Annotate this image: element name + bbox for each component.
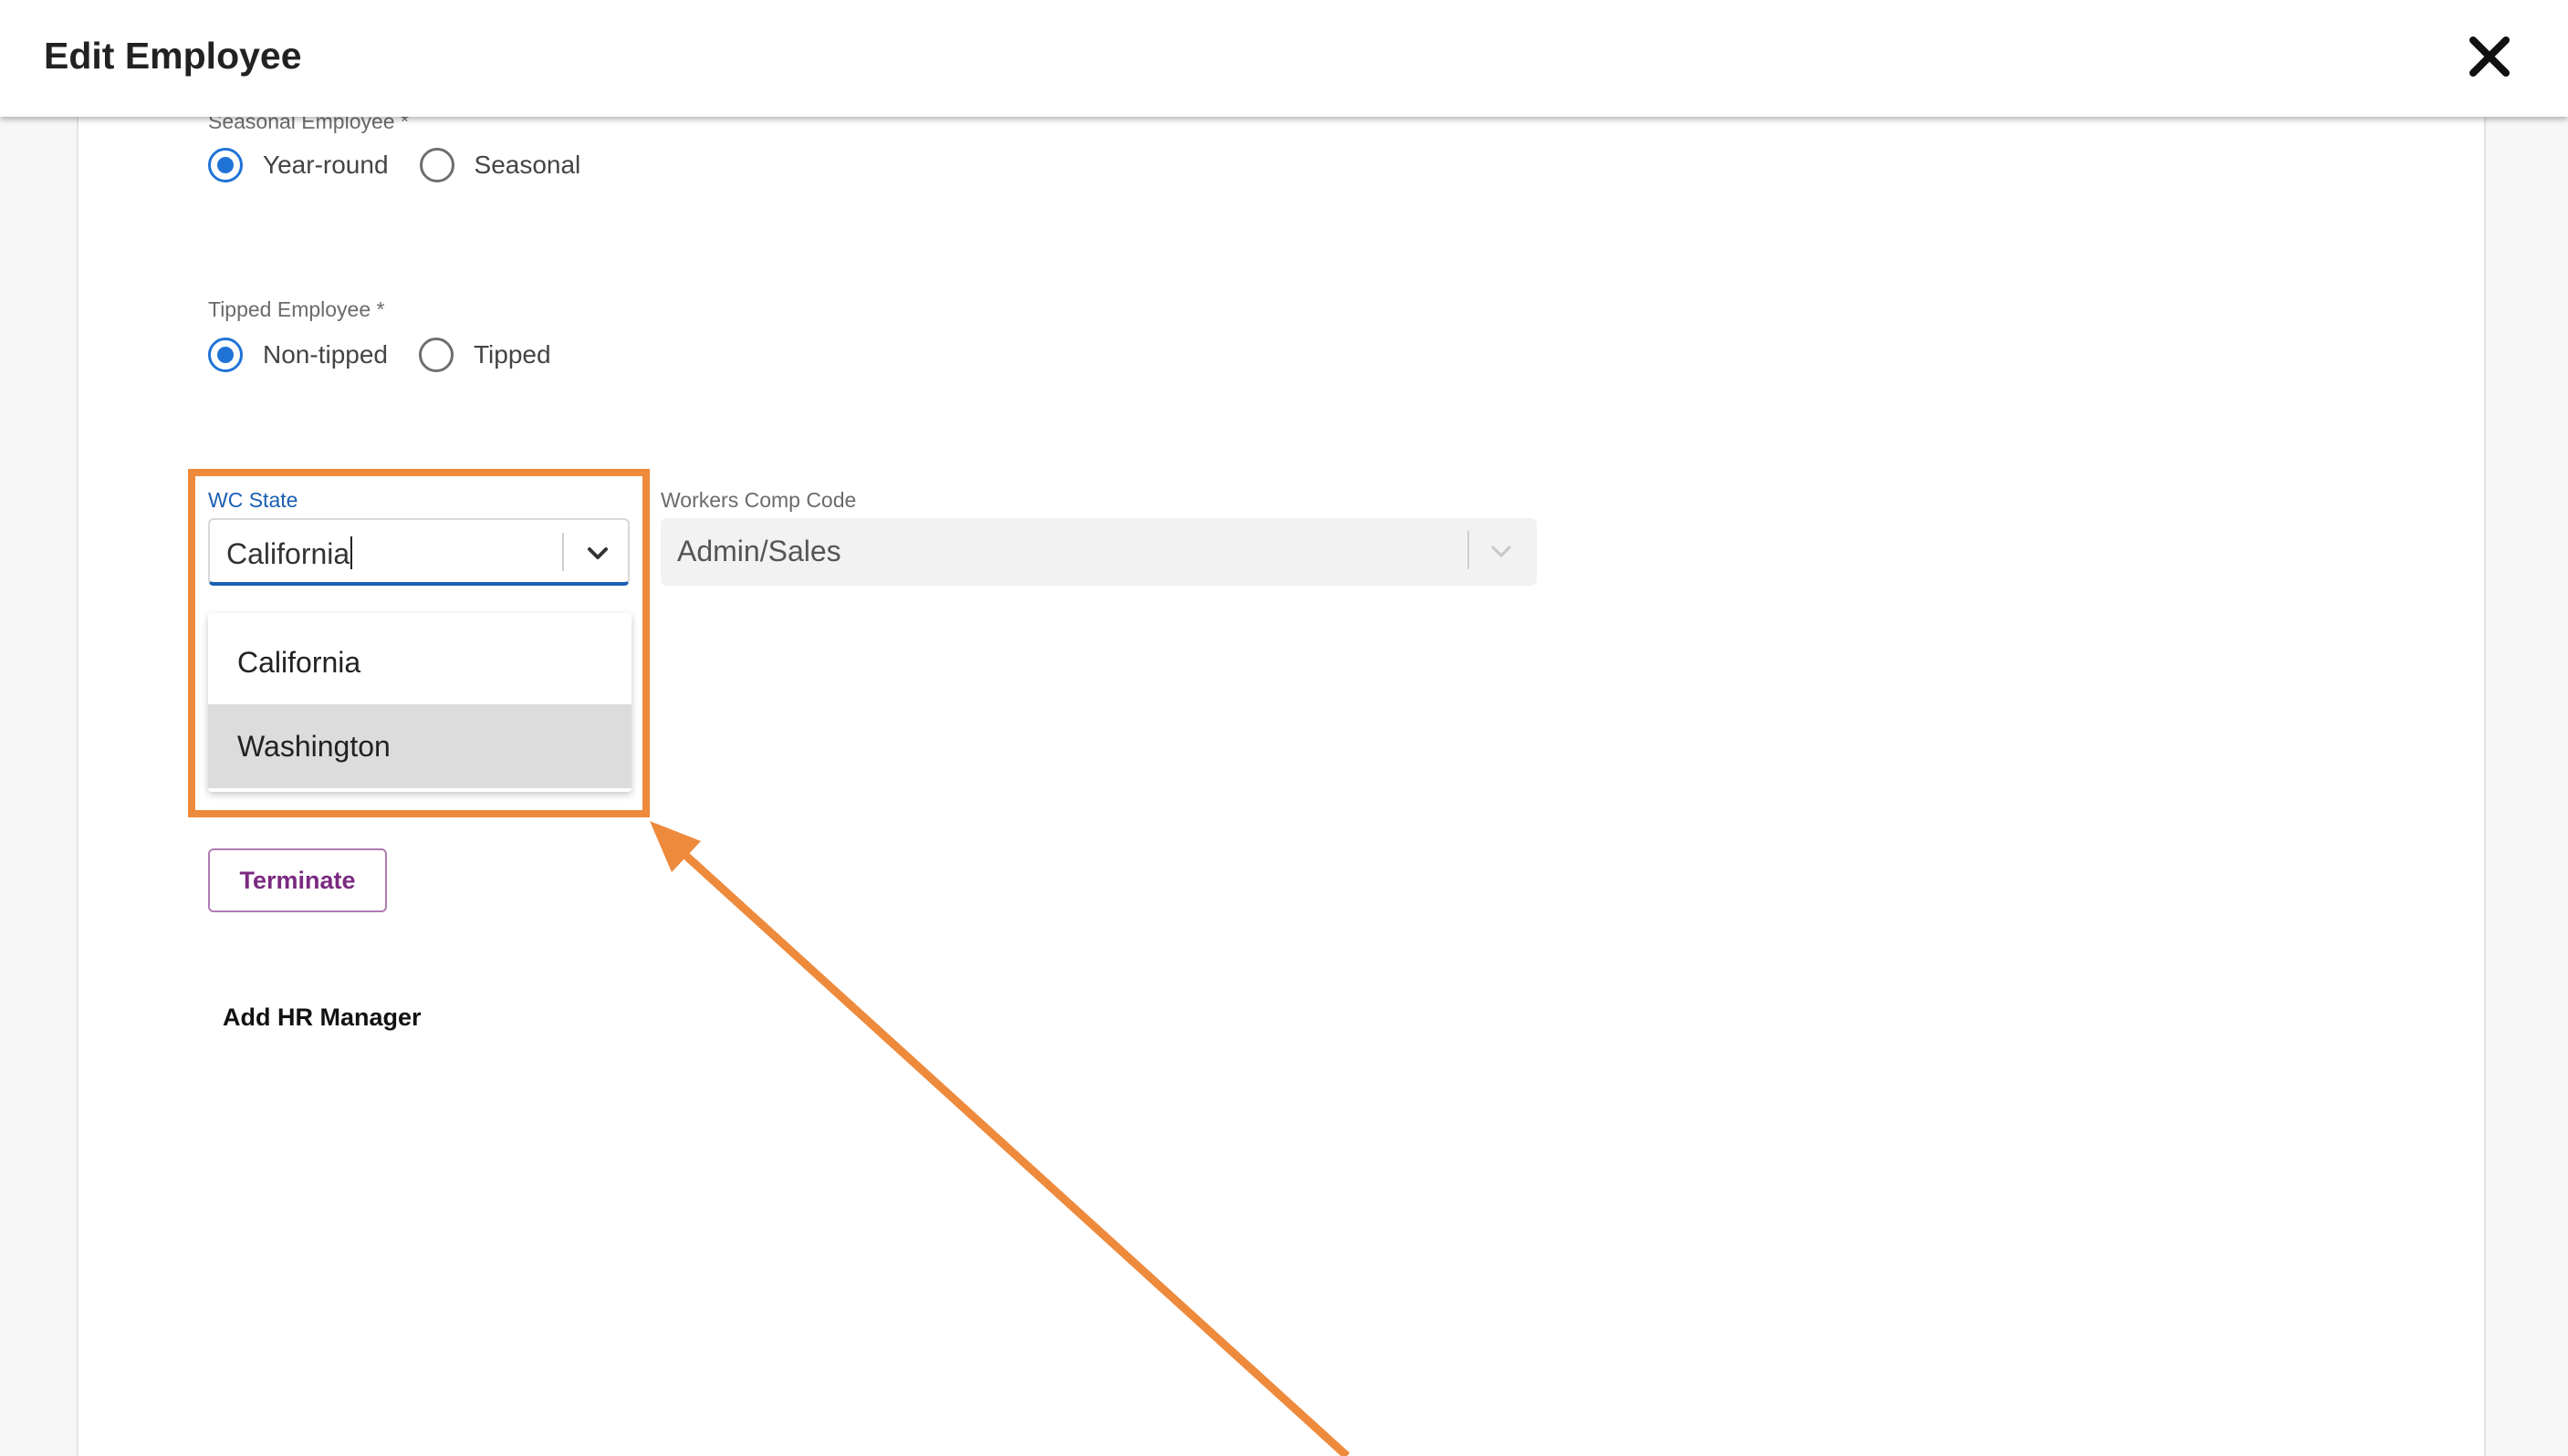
dialog-header: Edit Employee: [0, 0, 2568, 117]
tipped-radio-group: Non-tipped Tipped: [208, 338, 582, 372]
dialog-title: Edit Employee: [44, 35, 302, 77]
radio-label-year-round: Year-round: [263, 151, 389, 179]
radio-tipped[interactable]: [418, 338, 454, 372]
radio-label-seasonal: Seasonal: [474, 151, 581, 179]
radio-label-tipped: Tipped: [473, 340, 551, 369]
tipped-employee-label: Tipped Employee *: [208, 297, 385, 321]
terminate-button[interactable]: Terminate: [208, 848, 387, 912]
radio-seasonal[interactable]: [419, 148, 454, 182]
radio-label-non-tipped: Non-tipped: [263, 340, 388, 369]
workers-comp-select[interactable]: Admin/Sales: [661, 518, 1537, 586]
radio-non-tipped[interactable]: [208, 338, 243, 372]
chevron-down-icon: [1491, 546, 1511, 557]
workers-comp-label: Workers Comp Code: [661, 488, 857, 512]
annotation-highlight-box: [188, 469, 650, 817]
close-icon[interactable]: [2466, 33, 2513, 80]
seasonal-radio-group: Year-round Seasonal: [208, 148, 611, 182]
workers-comp-value: Admin/Sales: [677, 535, 841, 567]
select-separator: [1467, 531, 1469, 569]
radio-year-round[interactable]: [208, 148, 243, 182]
add-hr-manager-button[interactable]: Add HR Manager: [223, 1004, 422, 1032]
